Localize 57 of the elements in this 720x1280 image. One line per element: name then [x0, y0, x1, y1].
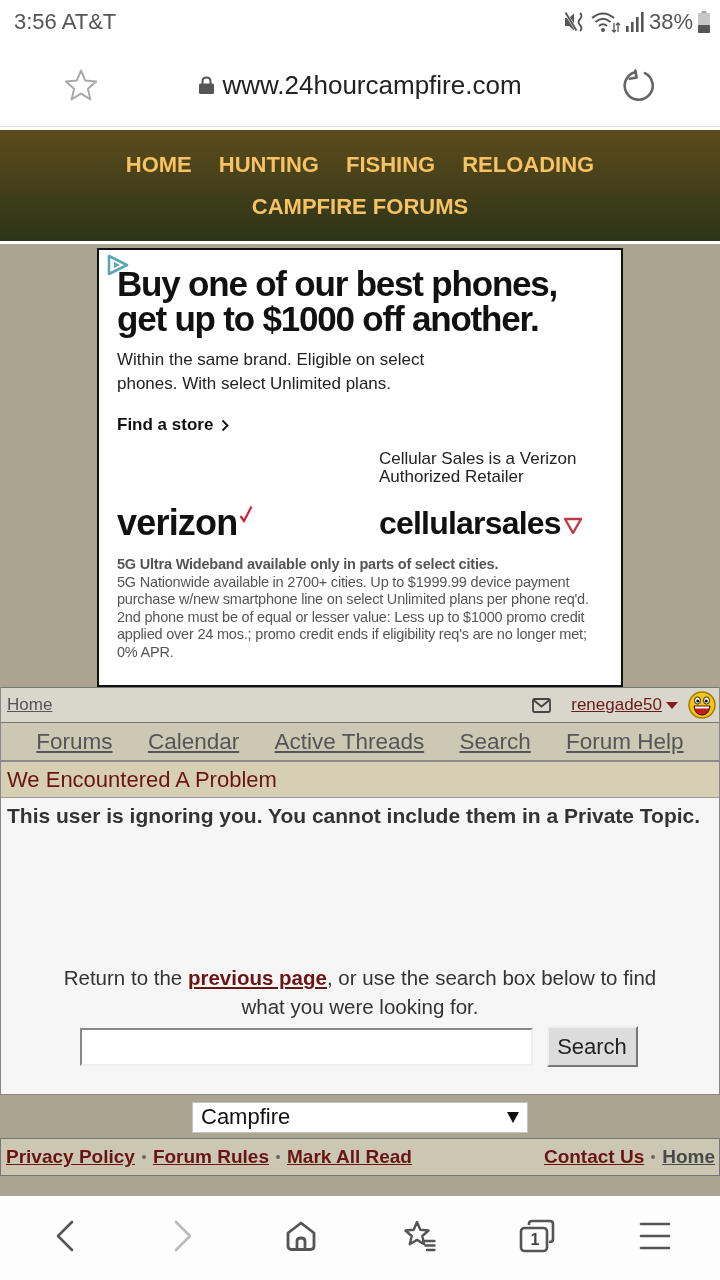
- nav-link[interactable]: FISHING: [346, 144, 436, 186]
- retailer-logo-text: cellularsales: [379, 505, 561, 541]
- fine-print-heading: 5G Ultra Wideband available only in parts of select cities.: [117, 556, 500, 574]
- ad-headline: Buy one of our best phones, get up to $1000 off another.: [117, 266, 559, 336]
- forum-tab-link[interactable]: Search: [459, 728, 531, 755]
- home-icon[interactable]: [285, 1220, 317, 1252]
- chevron-right-icon: [221, 418, 230, 432]
- battery-percent: 38%: [648, 9, 693, 35]
- forum-tab-link[interactable]: Forums: [36, 728, 113, 755]
- forum-tab-link[interactable]: Active Threads: [274, 728, 425, 755]
- dropdown-caret-icon: [507, 1111, 519, 1123]
- footer-link[interactable]: Privacy Policy: [6, 1146, 135, 1168]
- nav-link[interactable]: HOME: [125, 144, 192, 186]
- forum-tab-link[interactable]: Forum Help: [566, 728, 684, 755]
- problem-message: This user is ignoring you. You cannot include them in a Private Topic.: [7, 803, 702, 829]
- footer-link[interactable]: Contact Us: [543, 1146, 645, 1168]
- tabs-icon[interactable]: [519, 1219, 555, 1253]
- nav-link[interactable]: RELOADING: [462, 144, 595, 186]
- brand-logo-text: verizon: [117, 505, 238, 541]
- separator-dot-icon: [276, 1155, 280, 1159]
- forum-select[interactable]: Campfire: [192, 1101, 528, 1133]
- forum-tab-link[interactable]: Calendar: [147, 728, 240, 755]
- caret-down-icon: [666, 701, 678, 709]
- separator-dot-icon: [141, 1155, 146, 1159]
- nav-link[interactable]: CAMPFIRE FORUMS: [251, 186, 469, 228]
- tab-count: 1: [529, 1232, 541, 1248]
- mail-icon[interactable]: [532, 697, 552, 713]
- status-time-carrier: 3:56 AT&T: [14, 9, 117, 35]
- url-text[interactable]: www.24hourcampfire.com: [222, 69, 522, 101]
- footer-link[interactable]: Forum Rules: [152, 1146, 269, 1168]
- star-list-icon[interactable]: [402, 1220, 436, 1252]
- signal-icon: [625, 12, 644, 32]
- triangle-icon: [562, 517, 583, 535]
- previous-page-link[interactable]: previous page: [187, 966, 327, 989]
- fine-print: 5G Nationwide available in 2700+ cities. Up to $1999.99 device payment purchase w/new smartphone line on select Unlimited plans per phone req'd. 2nd phone must be of equal or lesser value: Less up to $1000 promo credit applied over 24 mos.; promo credit ends if eligibility req's are no longer met; 0% APR.: [117, 573, 590, 662]
- check-icon: [239, 505, 254, 523]
- chevron-left-icon[interactable]: [56, 1220, 74, 1252]
- footer-link[interactable]: Mark All Read: [287, 1146, 412, 1168]
- find-store-link[interactable]: Find a store: [117, 413, 230, 437]
- wifi-icon: [590, 11, 621, 33]
- return-hint: Return to the previous page, or use the search box below to find what you were looking for.: [62, 965, 658, 1020]
- menu-icon[interactable]: [639, 1222, 671, 1250]
- search-button[interactable]: Search: [546, 1026, 638, 1067]
- footer-link[interactable]: Home: [662, 1146, 715, 1168]
- search-field[interactable]: [79, 1027, 533, 1066]
- ad-body-text: Within the same brand. Eligible on select phones. With select Unlimited plans.: [117, 349, 426, 395]
- separator-dot-icon: [651, 1155, 656, 1159]
- username-link[interactable]: renegade50: [571, 695, 678, 715]
- retailer-note: Cellular Sales is a Verizon Authorized Retailer: [379, 450, 578, 486]
- smiley-icon: [688, 691, 716, 719]
- reload-icon[interactable]: [623, 68, 656, 102]
- battery-icon: [698, 11, 710, 33]
- nav-link[interactable]: HUNTING: [218, 144, 319, 186]
- star-icon[interactable]: [64, 68, 98, 102]
- breadcrumb-home-link[interactable]: Home: [7, 695, 53, 715]
- problem-title: We Encountered A Problem: [7, 766, 277, 793]
- lock-icon: [199, 76, 215, 94]
